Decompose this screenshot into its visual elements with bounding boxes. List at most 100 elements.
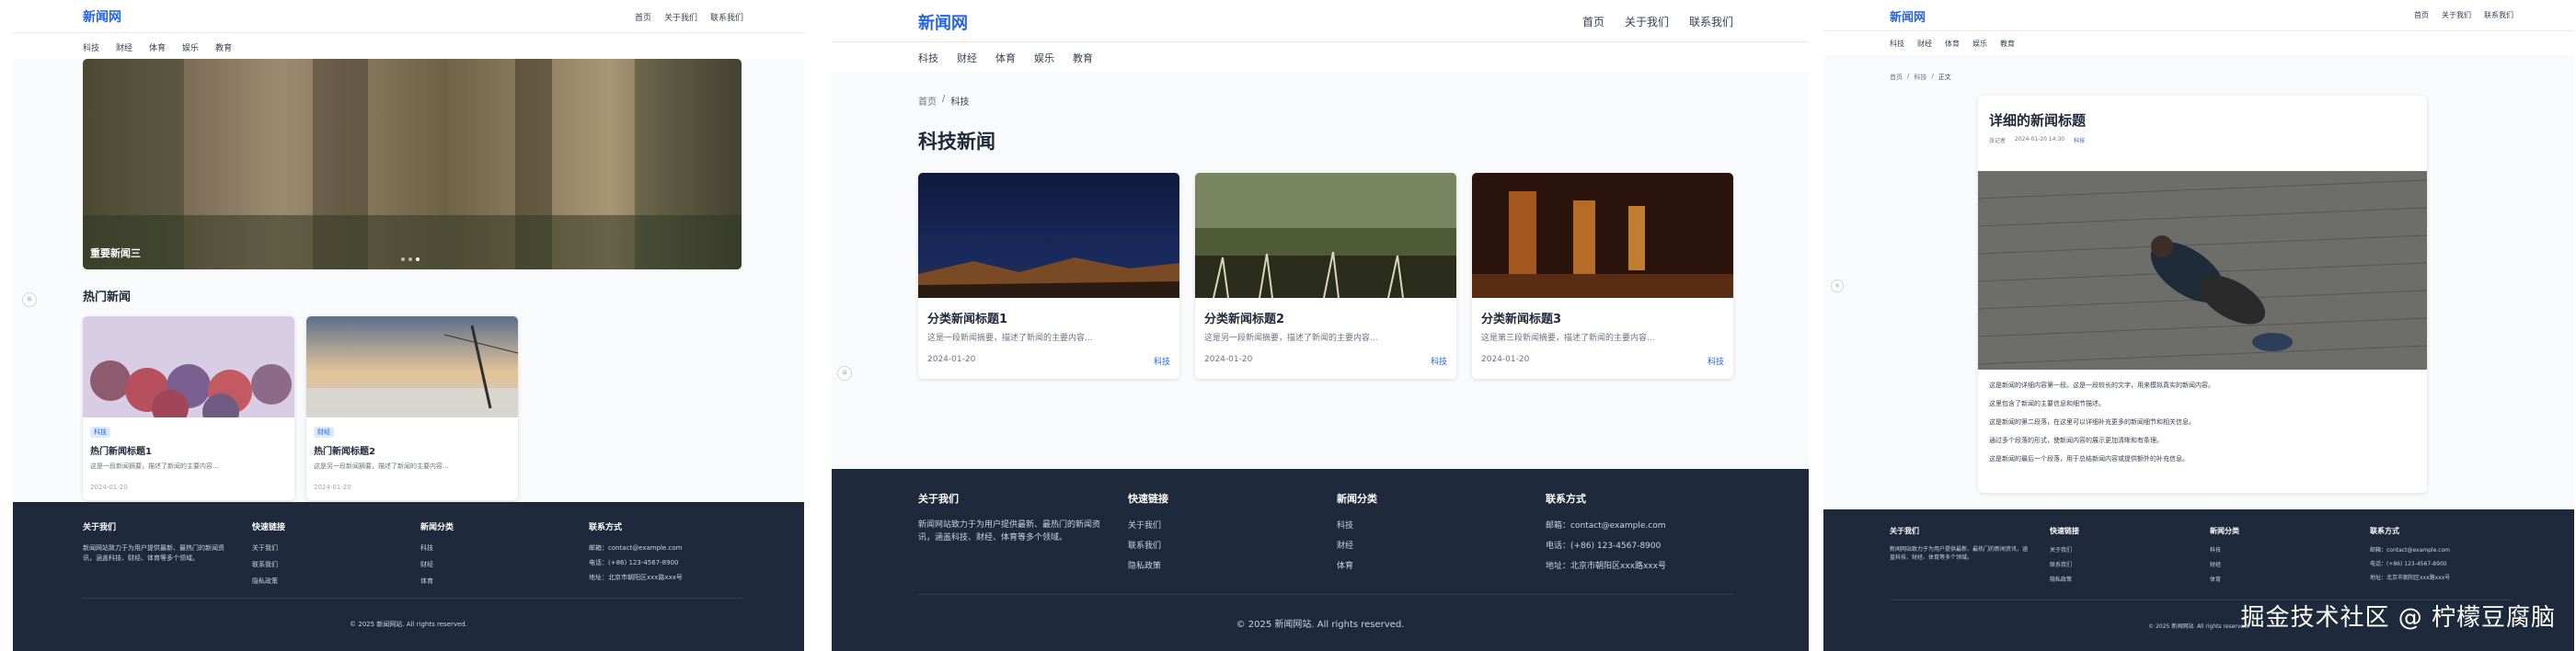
breadcrumb-home[interactable]: 首页 [1890,73,1903,82]
carousel[interactable]: 重要新闻三 [83,59,742,269]
header: 新闻网 首页 关于我们 联系我们 [13,0,804,33]
nav-contact[interactable]: 联系我们 [1689,14,1733,29]
hot-news-card-2[interactable]: 财经 热门新闻标题2 这是另一段新闻摘要，描述了新闻的主要内容... 2024-… [306,316,518,500]
breadcrumb-current: 科技 [950,97,970,108]
footer-link-privacy[interactable]: 隐私政策 [2050,575,2079,583]
footer-link-about[interactable]: 关于我们 [2050,545,2079,554]
nav-contact[interactable]: 联系我们 [2484,10,2513,20]
carousel-dots [401,257,420,261]
site-logo[interactable]: 新闻网 [1890,7,1926,25]
category-finance[interactable]: 财经 [957,51,977,65]
footer-link-contact[interactable]: 联系我们 [2050,560,2079,568]
card-tag[interactable]: 科技 [1708,355,1724,367]
category-finance[interactable]: 财经 [116,41,132,53]
footer-cat-sports[interactable]: 体育 [1337,559,1377,571]
category-education[interactable]: 教育 [2000,39,2015,49]
card-tag[interactable]: 科技 [1431,355,1447,367]
news-image [306,316,518,417]
page-title: 科技新闻 [918,131,995,153]
hot-news-card-1[interactable]: 科技 热门新闻标题1 这是一段新闻摘要，描述了新闻的主要内容... 2024-0… [83,316,294,500]
footer-about-title: 关于我们 [1890,527,1919,535]
article-tag[interactable]: 科技 [2074,136,2085,144]
card-title[interactable]: 分类新闻标题3 [1481,309,1561,326]
nav-home[interactable]: 首页 [2414,10,2429,20]
article-paragraph: 这是新闻的第二段落，在这里可以详细补充更多的新闻细节和相关信息。 [1989,418,2195,426]
card-title[interactable]: 热门新闻标题2 [314,443,375,457]
category-tech[interactable]: 科技 [83,41,99,53]
footer-about-title: 关于我们 [83,523,117,532]
footer-links-title: 快速链接 [252,523,286,532]
nav-home[interactable]: 首页 [635,11,651,23]
category-education[interactable]: 教育 [1073,51,1093,65]
carousel-dot[interactable] [408,257,412,261]
footer-link-about[interactable]: 关于我们 [1128,519,1168,531]
top-nav: 首页 关于我们 联系我们 [635,11,743,23]
side-toggle-icon[interactable]: ☼ [22,292,37,307]
site-logo[interactable]: 新闻网 [83,7,121,26]
breadcrumb: 首页 / 科技 [918,94,969,108]
category-nav: 科技 财经 体育 娱乐 教育 [83,41,232,53]
breadcrumb-home[interactable]: 首页 [918,94,937,108]
footer-link-contact[interactable]: 联系我们 [1128,539,1168,551]
footer-cat-finance[interactable]: 财经 [420,560,454,569]
category-sports[interactable]: 体育 [149,41,166,53]
carousel-dot[interactable] [401,257,405,261]
category-news-card-2[interactable]: 分类新闻标题2 这是另一段新闻摘要，描述了新闻的主要内容... 2024-01-… [1195,173,1456,379]
article-paragraph: 这是新闻的最后一个段落，用于总结新闻内容或提供额外的补充信息。 [1989,455,2189,463]
footer-cat-finance[interactable]: 财经 [2210,560,2239,568]
footer-link-about[interactable]: 关于我们 [252,543,285,553]
breadcrumb-category[interactable]: 科技 [1914,73,1926,82]
footer-cat-sports[interactable]: 体育 [2210,575,2239,583]
footer-link-privacy[interactable]: 隐私政策 [1128,559,1168,571]
card-tag[interactable]: 科技 [1154,355,1170,367]
nav-about[interactable]: 关于我们 [1625,14,1669,29]
footer-about-title: 关于我们 [918,493,959,505]
card-title[interactable]: 分类新闻标题2 [1204,309,1284,326]
nav-contact[interactable]: 联系我们 [710,11,743,23]
card-title[interactable]: 分类新闻标题1 [927,309,1007,326]
nav-home[interactable]: 首页 [1582,14,1604,29]
copyright: © 2025 新闻网站. All rights reserved. [1236,620,1405,630]
footer-email: 邮箱：contact@example.com [2370,547,2451,554]
card-title[interactable]: 热门新闻标题1 [90,443,152,457]
footer-cat-finance[interactable]: 财经 [1337,539,1377,551]
category-entertainment[interactable]: 娱乐 [182,41,199,53]
category-news-card-1[interactable]: 分类新闻标题1 这是一段新闻摘要，描述了新闻的主要内容... 2024-01-2… [918,173,1179,379]
article-datetime: 2024-01-20 14:30 [2015,136,2065,143]
category-sports[interactable]: 体育 [1945,39,1960,49]
footer-cat-tech[interactable]: 科技 [2210,545,2239,554]
footer-phone: 电话：(+86) 123-4567-8900 [589,559,679,566]
card-date: 2024-01-20 [1481,355,1530,364]
nav-about[interactable]: 关于我们 [664,11,697,23]
card-desc: 这是另一段新闻摘要，描述了新闻的主要内容... [1204,334,1378,343]
footer-cats-title: 新闻分类 [2210,527,2239,535]
article-body: 这是新闻的详细内容第一段。这是一段较长的文字，用来模拟真实的新闻内容。 这里包含… [1989,381,2214,463]
footer-cat-sports[interactable]: 体育 [420,577,454,586]
category-news-card-3[interactable]: 分类新闻标题3 这是第三段新闻摘要，描述了新闻的主要内容... 2024-01-… [1472,173,1733,379]
footer-cats-title: 新闻分类 [420,523,454,532]
footer-email: 邮箱：contact@example.com [589,544,683,552]
article-title: 详细的新闻标题 [1989,112,2087,129]
category-finance[interactable]: 财经 [1917,39,1932,49]
category-entertainment[interactable]: 娱乐 [1034,51,1054,65]
category-tech[interactable]: 科技 [918,51,938,65]
footer-link-contact[interactable]: 联系我们 [252,560,285,569]
top-nav: 首页 关于我们 联系我们 [1582,14,1733,29]
category-sports[interactable]: 体育 [995,51,1016,65]
watermark: 掘金技术社区 @ 柠檬豆腐脑 [2240,604,2556,632]
card-desc: 这是另一段新闻摘要，描述了新闻的主要内容... [314,463,449,470]
side-toggle-icon[interactable]: ☼ [1831,280,1844,292]
footer-link-privacy[interactable]: 隐私政策 [252,577,285,586]
footer-cat-tech[interactable]: 科技 [1337,519,1377,531]
news-image [1472,173,1733,298]
nav-about[interactable]: 关于我们 [2442,10,2471,20]
footer-cat-tech[interactable]: 科技 [420,543,454,553]
site-logo[interactable]: 新闻网 [918,10,968,34]
category-entertainment[interactable]: 娱乐 [1972,39,1987,49]
side-toggle-icon[interactable]: ☼ [837,366,852,381]
category-education[interactable]: 教育 [215,41,232,53]
article-paragraph: 这里包含了新闻的主要信息和细节描述。 [1989,400,2105,407]
footer-contact-title: 联系方式 [1546,493,1586,505]
category-tech[interactable]: 科技 [1890,39,1904,49]
carousel-dot[interactable] [416,257,420,261]
